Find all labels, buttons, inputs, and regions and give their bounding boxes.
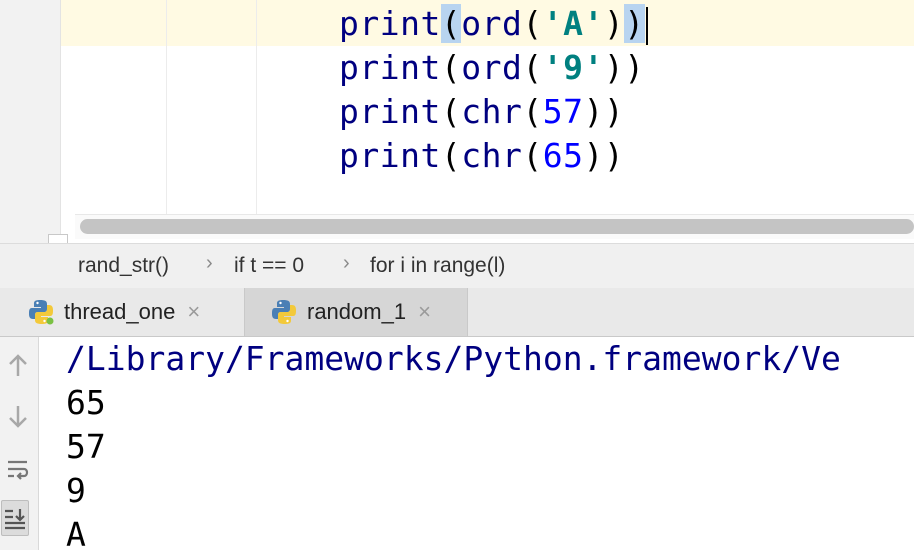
code-token-paren: )	[624, 48, 645, 87]
code-token-paren: (	[440, 92, 462, 131]
fold-marker-icon[interactable]	[48, 234, 68, 243]
code-token-paren: )	[583, 136, 604, 175]
code-token-paren: )	[603, 136, 625, 175]
code-line-3[interactable]: print(chr(57))	[339, 90, 648, 134]
tab-label: random_1	[307, 299, 407, 324]
up-arrow-icon[interactable]	[0, 349, 36, 383]
code-token-paren-matched: )	[624, 4, 645, 43]
code-token-paren: )	[603, 92, 625, 131]
code-token-number: 65	[542, 136, 584, 175]
scroll-to-end-icon[interactable]	[1, 500, 29, 536]
breadcrumb-item[interactable]: for i in range(l)	[370, 254, 505, 278]
chevron-right-icon: ›	[343, 252, 350, 274]
python-icon	[272, 300, 296, 324]
code-token-paren: (	[522, 4, 543, 43]
code-line-1[interactable]: print(ord('A'))	[339, 2, 648, 46]
text-caret	[645, 6, 648, 45]
down-arrow-icon[interactable]	[0, 399, 36, 433]
code-line-2[interactable]: print(ord('9'))	[339, 46, 648, 90]
code-token-paren: (	[440, 48, 462, 87]
code-token-paren: (	[522, 92, 543, 131]
code-token-paren: )	[603, 4, 625, 43]
horizontal-scrollbar-thumb[interactable]	[80, 219, 914, 234]
code-lines[interactable]: print(ord('A')) print(ord('9')) print(ch…	[339, 2, 648, 178]
chevron-right-icon: ›	[206, 252, 213, 274]
tab-thread-one[interactable]: thread_one ×	[26, 288, 244, 336]
close-icon[interactable]: ×	[418, 299, 431, 325]
breadcrumb-item[interactable]: rand_str()	[78, 254, 169, 278]
soft-wrap-icon[interactable]	[0, 452, 36, 486]
code-token-function: print	[339, 48, 441, 87]
console-line: 57	[66, 427, 106, 466]
tab-divider	[467, 288, 468, 336]
breadcrumb-item[interactable]: if t == 0	[234, 254, 304, 278]
code-token-paren: (	[522, 48, 543, 87]
code-token-paren: )	[603, 48, 625, 87]
console-line: 9	[66, 471, 86, 510]
console-line: A	[66, 515, 86, 554]
editor-gutter[interactable]	[0, 0, 61, 243]
console-output[interactable]: /Library/Frameworks/Python.framework/Ve …	[66, 337, 914, 557]
code-token-paren: (	[522, 136, 543, 175]
console-line: /Library/Frameworks/Python.framework/Ve	[66, 339, 841, 378]
close-icon[interactable]: ×	[187, 299, 200, 325]
code-editor[interactable]: print(ord('A')) print(ord('9')) print(ch…	[0, 0, 914, 243]
console-line: 65	[66, 383, 106, 422]
code-token-function: ord	[461, 48, 523, 87]
console-toolbar	[0, 337, 39, 550]
tab-label: thread_one	[64, 299, 176, 324]
tab-random-1[interactable]: random_1 ×	[245, 288, 467, 336]
code-token-function: chr	[461, 92, 523, 131]
code-token-function: chr	[461, 136, 523, 175]
code-token-function: print	[339, 136, 441, 175]
code-token-function: print	[339, 4, 441, 43]
code-token-paren: (	[440, 136, 462, 175]
code-token-function: ord	[461, 4, 523, 43]
run-tab-bar: thread_one × random_1 ×	[0, 288, 914, 337]
code-token-number: 57	[542, 92, 584, 131]
python-icon	[29, 300, 54, 325]
code-line-4[interactable]: print(chr(65))	[339, 134, 648, 178]
code-token-paren: )	[583, 92, 604, 131]
indent-guide	[166, 0, 167, 215]
indent-guide	[256, 0, 257, 215]
code-token-function: print	[339, 92, 441, 131]
code-token-paren-matched: (	[440, 4, 462, 43]
code-token-string: 'A'	[542, 4, 604, 43]
code-token-string: '9'	[542, 48, 604, 87]
breadcrumb: rand_str() › if t == 0 › for i in range(…	[0, 243, 914, 289]
